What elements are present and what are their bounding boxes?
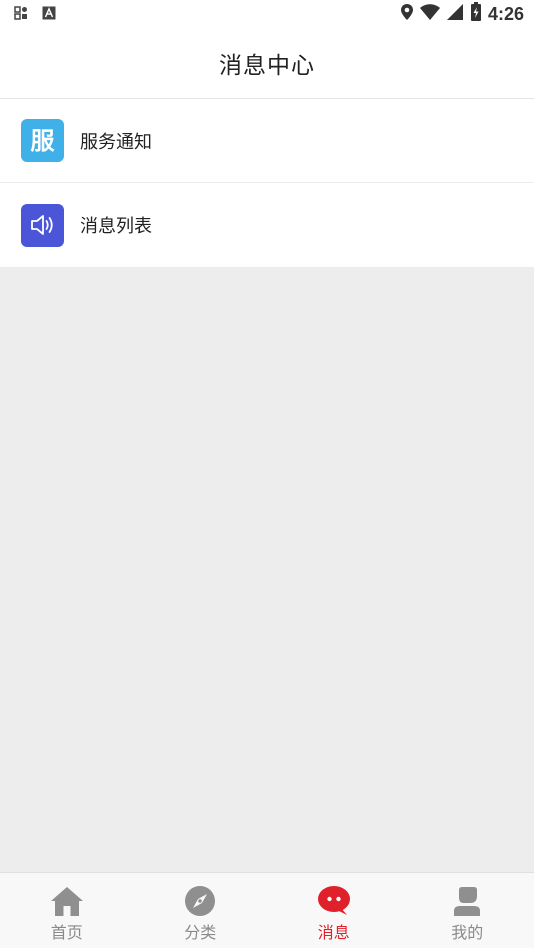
tab-label: 首页: [50, 923, 83, 942]
chat-bubble-icon: [317, 884, 351, 918]
list-item-label: 服务通知: [80, 131, 152, 153]
compass-icon: [183, 884, 217, 918]
page-title: 消息中心: [219, 53, 315, 79]
list-item-message-list[interactable]: 消息列表: [0, 183, 534, 267]
list-item-service-notice[interactable]: 服 服务通知: [0, 99, 534, 183]
font-a-icon: [42, 5, 56, 24]
speaker-icon: [21, 203, 64, 247]
home-icon: [50, 884, 84, 918]
service-icon-glyph: 服: [31, 127, 56, 155]
tab-message[interactable]: 消息: [267, 873, 401, 948]
tab-label: 分类: [184, 923, 217, 942]
status-bar: 4:26: [0, 0, 534, 28]
status-right: 4:26: [400, 2, 524, 26]
status-time: 4:26: [487, 3, 524, 24]
wifi-icon: [419, 3, 440, 25]
list-item-label: 消息列表: [80, 216, 152, 237]
battery-charging-icon: [470, 2, 482, 26]
bottom-tab-bar: 首页 分类 消息 我的: [0, 872, 534, 948]
sim-card-icon: [14, 5, 28, 24]
page-header: 消息中心: [0, 28, 534, 99]
tab-label: 我的: [451, 923, 484, 942]
user-icon: [450, 884, 484, 918]
tab-category[interactable]: 分类: [134, 873, 268, 948]
message-category-list: 服 服务通知 消息列表: [0, 99, 534, 267]
status-left: [14, 5, 56, 24]
tab-mine[interactable]: 我的: [401, 873, 534, 948]
signal-icon: [446, 3, 464, 25]
location-icon: [400, 3, 414, 25]
tab-label: 消息: [317, 923, 350, 942]
service-icon: 服: [21, 119, 64, 162]
tab-home[interactable]: 首页: [0, 873, 134, 948]
